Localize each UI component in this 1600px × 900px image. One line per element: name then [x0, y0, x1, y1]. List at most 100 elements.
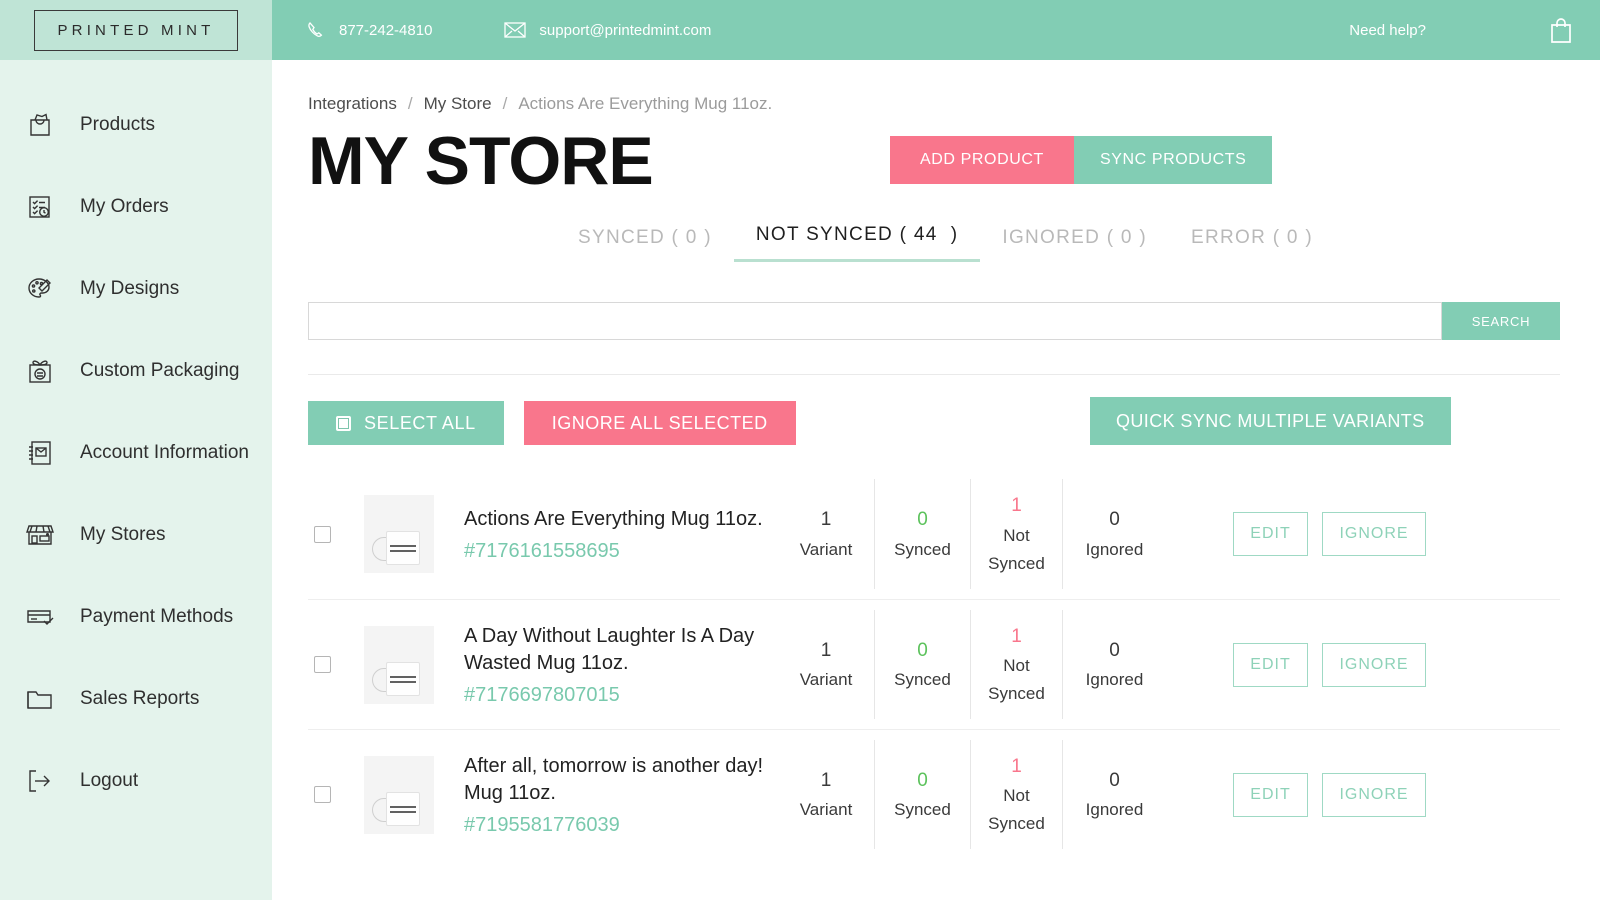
sidebar-item-label: My Orders	[80, 196, 169, 217]
tab-ignored[interactable]: IGNORED ( 0 )	[980, 227, 1169, 262]
quick-sync-multiple-variants-button[interactable]: QUICK SYNC MULTIPLE VARIANTS	[1090, 397, 1451, 445]
sidebar-item-custom-packaging[interactable]: Custom Packaging	[0, 330, 272, 412]
not-synced-label-line1: Not	[1003, 786, 1030, 806]
ignore-button[interactable]: IGNORE	[1322, 642, 1426, 687]
mug-thumbnail	[364, 495, 434, 573]
sidebar-item-label: My Stores	[80, 524, 166, 545]
breadcrumb-integrations[interactable]: Integrations	[308, 94, 397, 114]
envelope-icon	[504, 21, 527, 39]
bulk-action-row: SELECT ALL IGNORE ALL SELECTED QUICK SYN…	[308, 397, 1560, 447]
sidebar-item-sales-reports[interactable]: Sales Reports	[0, 658, 272, 740]
address-book-icon	[14, 438, 66, 468]
variant-label: Variant	[799, 539, 853, 559]
row-actions-cell: EDIT IGNORE	[1166, 512, 1560, 556]
logo-banner: PRINTED MINT	[0, 0, 272, 60]
synced-count: 0	[917, 769, 928, 791]
synced-label: Synced	[894, 670, 951, 690]
ignore-button[interactable]: IGNORE	[1322, 512, 1426, 556]
product-id-link[interactable]: #7176161558695	[464, 540, 768, 563]
row-checkbox[interactable]	[314, 786, 331, 803]
ignored-count: 0	[1109, 639, 1120, 661]
brand-logo[interactable]: PRINTED MINT	[34, 9, 238, 51]
synced-count-cell: 0 Synced	[874, 740, 970, 849]
tab-synced[interactable]: SYNCED ( 0 )	[556, 227, 734, 262]
not-synced-label-line2: Synced	[988, 553, 1045, 573]
sidebar-item-logout[interactable]: Logout	[0, 740, 272, 822]
table-row: Actions Are Everything Mug 11oz. #717616…	[308, 469, 1560, 599]
breadcrumb-current: Actions Are Everything Mug 11oz.	[518, 94, 773, 113]
tab-not-synced[interactable]: NOT SYNCED ( 44 )	[733, 224, 981, 262]
sidebar-item-label: Logout	[80, 770, 139, 791]
search-input[interactable]	[308, 302, 1442, 340]
edit-button[interactable]: EDIT	[1233, 512, 1308, 556]
product-name: Actions Are Everything Mug 11oz.	[464, 507, 763, 530]
sidebar-item-label: My Designs	[80, 278, 180, 299]
variant-count: 1	[820, 509, 832, 531]
synced-count-cell: 0 Synced	[874, 479, 970, 589]
product-name: A Day Without Laughter Is A Day Wasted M…	[464, 624, 755, 674]
select-all-label: SELECT ALL	[364, 412, 476, 433]
email-address: support@printedmint.com	[539, 21, 712, 39]
not-synced-label-line1: Not	[1003, 656, 1030, 676]
product-thumbnail-cell	[364, 495, 448, 573]
breadcrumb-separator: /	[407, 94, 413, 113]
mug-thumbnail	[364, 755, 434, 834]
select-all-button[interactable]: SELECT ALL	[308, 401, 504, 445]
select-all-checkbox[interactable]	[336, 415, 351, 431]
search-button[interactable]: SEARCH	[1442, 302, 1560, 340]
shopping-bag-icon[interactable]	[1548, 16, 1574, 44]
storefront-icon	[14, 520, 66, 550]
contact-phone[interactable]: 877-242-4810	[306, 20, 432, 40]
sidebar-item-label: Custom Packaging	[80, 360, 240, 381]
add-product-button[interactable]: ADD PRODUCT	[890, 136, 1074, 184]
product-id-link[interactable]: #7176697807015	[464, 684, 768, 707]
sidebar-item-payment-methods[interactable]: Payment Methods	[0, 576, 272, 658]
sidebar-item-products[interactable]: Products	[0, 84, 272, 166]
mug-print-text	[390, 675, 416, 686]
ignore-all-selected-button[interactable]: IGNORE ALL SELECTED	[523, 401, 796, 445]
product-id-link[interactable]: #7195581776039	[464, 814, 768, 837]
variant-count-cell: 1 Variant	[778, 740, 874, 849]
phone-number: 877-242-4810	[339, 21, 433, 39]
synced-count: 0	[917, 509, 928, 531]
table-row: After all, tomorrow is another day! Mug …	[308, 729, 1560, 859]
ignored-count: 0	[1109, 509, 1120, 531]
sidebar-item-my-designs[interactable]: My Designs	[0, 248, 272, 330]
contact-email[interactable]: support@printedmint.com	[504, 21, 711, 39]
variant-count-cell: 1 Variant	[778, 610, 874, 719]
table-row: A Day Without Laughter Is A Day Wasted M…	[308, 599, 1560, 729]
sidebar-item-label: Sales Reports	[80, 688, 200, 709]
ignored-label: Ignored	[1085, 539, 1144, 559]
search-row: SEARCH	[308, 302, 1560, 340]
ignored-count-cell: 0 Ignored	[1062, 740, 1166, 849]
sidebar-item-label: Payment Methods	[80, 606, 234, 627]
breadcrumb-separator: /	[502, 94, 508, 113]
sidebar: PRINTED MINT Products My Orders My Desig…	[0, 0, 272, 900]
content-area: 877-242-4810 support@printedmint.com Nee…	[272, 0, 1600, 900]
row-actions-cell: EDIT IGNORE	[1166, 642, 1560, 687]
ignored-count: 0	[1109, 769, 1120, 791]
ignored-count-cell: 0 Ignored	[1062, 479, 1166, 589]
sidebar-item-account-information[interactable]: Account Information	[0, 412, 272, 494]
sidebar-item-label: Products	[80, 114, 155, 135]
product-list: Actions Are Everything Mug 11oz. #717616…	[308, 469, 1560, 859]
tab-error[interactable]: ERROR ( 0 )	[1169, 227, 1335, 262]
edit-button[interactable]: EDIT	[1233, 642, 1308, 687]
row-checkbox[interactable]	[314, 656, 331, 673]
need-help-link[interactable]: Need help?	[1349, 22, 1426, 39]
breadcrumb-my-store[interactable]: My Store	[424, 94, 492, 114]
ignore-button[interactable]: IGNORE	[1322, 772, 1426, 817]
variant-count: 1	[820, 769, 832, 791]
edit-button[interactable]: EDIT	[1233, 772, 1308, 817]
sidebar-item-my-stores[interactable]: My Stores	[0, 494, 272, 576]
synced-count: 0	[917, 639, 928, 661]
not-synced-count-cell: 1 Not Synced	[970, 479, 1062, 589]
folder-icon	[14, 684, 66, 714]
product-info-cell: After all, tomorrow is another day! Mug …	[448, 753, 778, 837]
not-synced-count: 1	[1011, 755, 1022, 777]
row-checkbox[interactable]	[314, 525, 331, 543]
credit-card-check-icon	[14, 602, 66, 632]
sync-products-button[interactable]: SYNC PRODUCTS	[1073, 136, 1273, 184]
mug-print-text	[390, 545, 416, 555]
sidebar-item-my-orders[interactable]: My Orders	[0, 166, 272, 248]
